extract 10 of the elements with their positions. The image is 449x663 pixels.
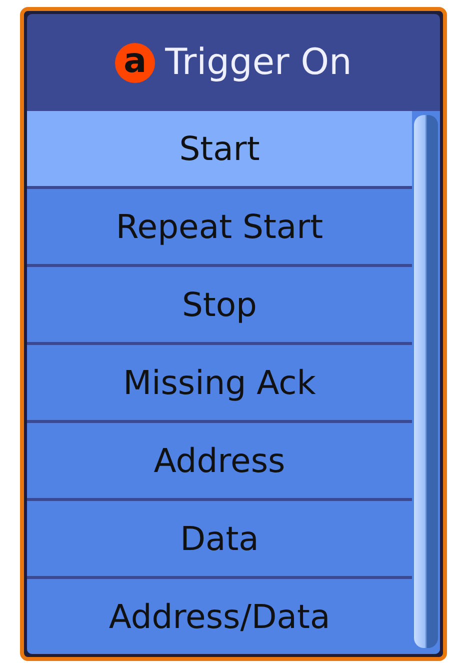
menu-option[interactable]: Address/Data [27, 579, 412, 654]
menu-option[interactable]: Address [27, 423, 412, 498]
scrollbar-thumb[interactable] [414, 115, 438, 648]
menu-title: Trigger On [165, 42, 352, 83]
menu-option[interactable]: Missing Ack [27, 345, 412, 420]
menu-option[interactable]: Stop [27, 267, 412, 342]
menu-option[interactable]: Start [27, 111, 412, 186]
menu-option[interactable]: Repeat Start [27, 189, 412, 264]
badge-icon: a [115, 42, 156, 82]
menu-option[interactable]: Data [27, 501, 412, 576]
